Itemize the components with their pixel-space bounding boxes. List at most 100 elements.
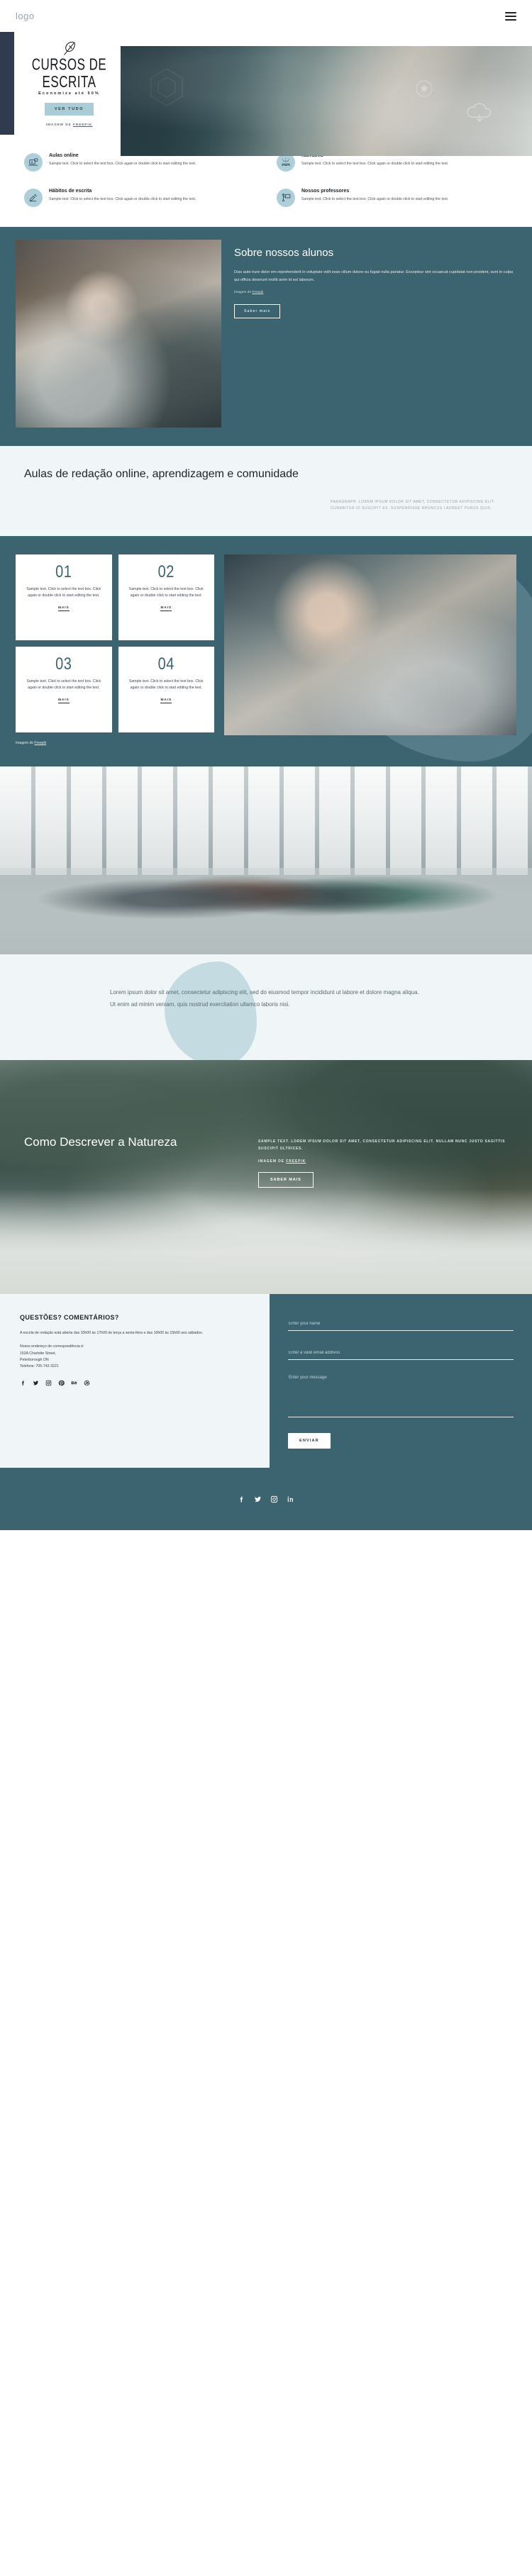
card-text: Sample text. Click to select the text bo…: [26, 679, 101, 691]
feature-text: Sample text. Click to select the text bo…: [49, 162, 196, 166]
numbers-image-credit: Imagem de Freepik: [16, 741, 516, 745]
card-text: Sample text. Click to select the text bo…: [26, 586, 101, 598]
saber-mais-button[interactable]: SABER MAIS: [258, 1171, 314, 1188]
linkedin-icon[interactable]: [287, 1495, 294, 1503]
contact-form: ENVIAR: [270, 1294, 532, 1468]
hero-navy-bar: [0, 32, 14, 135]
behance-icon[interactable]: [71, 1380, 77, 1386]
feature-text: Sample text. Click to select the text bo…: [301, 162, 449, 166]
card-number: 04: [157, 654, 174, 674]
contact-heading: QUESTÕES? COMENTÁRIOS?: [20, 1314, 119, 1322]
card-number: 03: [55, 654, 72, 674]
instagram-icon[interactable]: [270, 1495, 278, 1503]
instagram-icon[interactable]: [45, 1380, 52, 1386]
hero-section: CURSOS DE ESCRITA Economize até 50% VER …: [0, 32, 532, 156]
writing-hand-icon: [24, 189, 43, 207]
laptop-icon: [24, 153, 43, 172]
hero-credit-prefix: IMAGEM DE: [45, 122, 74, 126]
feature-text: Sample text. Click to select the text bo…: [301, 197, 449, 201]
card-number: 01: [55, 562, 72, 581]
feature-item-habitos-de-escrita: Hábitos de escrita Sample text. Click to…: [24, 189, 255, 207]
decorative-blob: [165, 961, 257, 1066]
numbers-credit-prefix: Imagem de: [16, 740, 35, 745]
hero-title-line1: CURSOS DE: [31, 55, 107, 74]
address-line-2: Peterborough ON: [20, 1357, 49, 1362]
card-text: Sample text. Click to select the text bo…: [128, 679, 204, 691]
band-paragraph: PARAGRAPH. LOREM IPSUM DOLOR SIT AMET, C…: [331, 499, 495, 511]
address-label: Nosso endereço de correspondência é:: [20, 1344, 84, 1349]
about-credit-prefix: Imagem de: [234, 290, 253, 294]
site-header: logo: [0, 0, 532, 32]
card-more-link[interactable]: MAIS: [160, 606, 172, 612]
nature-image-credit: IMAGEM DE FREEPIK: [258, 1159, 508, 1164]
site-footer: [0, 1468, 532, 1531]
facebook-icon[interactable]: [238, 1495, 245, 1503]
contact-address: Nosso endereço de correspondência é: 152…: [20, 1344, 250, 1369]
contact-social-links: [20, 1380, 250, 1386]
hero-credit-link[interactable]: FREEPIK: [73, 123, 92, 126]
card-more-link[interactable]: MAIS: [57, 698, 70, 704]
star-badge-icon: [416, 80, 433, 96]
nature-credit-link[interactable]: FREEPIK: [286, 1159, 306, 1164]
numbered-cards-section: 01 Sample text. Click to select the text…: [0, 535, 532, 766]
hero-text-block: CURSOS DE ESCRITA Economize até 50% VER …: [14, 32, 124, 135]
feature-title: Nossos professores: [301, 189, 350, 194]
saber-mais-button[interactable]: Saber mais: [234, 303, 281, 318]
contact-info: QUESTÕES? COMENTÁRIOS? A escola de redaç…: [0, 1294, 270, 1468]
nature-heading: Como Descrever a Natureza: [24, 1135, 177, 1149]
headline-band: Aulas de redação online, aprendizagem e …: [0, 446, 532, 536]
numbered-card: 02 Sample text. Click to select the text…: [118, 554, 214, 640]
contact-section: QUESTÕES? COMENTÁRIOS? A escola de redaç…: [0, 1294, 532, 1468]
pinterest-icon[interactable]: [58, 1380, 65, 1386]
ver-tudo-button[interactable]: VER TUDO: [44, 102, 94, 116]
card-number: 02: [157, 562, 174, 581]
numbers-image: [224, 554, 516, 735]
enviar-button[interactable]: ENVIAR: [288, 1433, 331, 1449]
numbered-card: 03 Sample text. Click to select the text…: [16, 646, 112, 732]
dribbble-icon[interactable]: [84, 1380, 90, 1386]
numbered-card: 01 Sample text. Click to select the text…: [16, 554, 112, 640]
landing-page: logo CURSOS DE ESCRITA Economize até 50%…: [0, 0, 532, 1531]
about-section: Sobre nossos alunos Duis aute irure dolo…: [0, 227, 532, 446]
twitter-icon[interactable]: [33, 1380, 39, 1386]
hexagon-network-icon: [150, 68, 183, 106]
hero-image: [121, 46, 532, 156]
cloud-download-icon: [467, 102, 491, 122]
numbered-card: 04 Sample text. Click to select the text…: [118, 646, 214, 732]
numbers-credit-link[interactable]: Freepik: [34, 741, 46, 745]
lorem-paragraph: Lorem ipsum dolor sit amet, consectetur …: [110, 988, 419, 1008]
card-text: Sample text. Click to select the text bo…: [128, 586, 204, 598]
address-line-1: 152A Charlotte Street,: [20, 1351, 57, 1356]
name-input[interactable]: [288, 1320, 514, 1332]
teacher-board-icon: [277, 189, 295, 207]
hero-subtitle: Economize até 50%: [38, 91, 100, 96]
email-input[interactable]: [288, 1349, 514, 1361]
hero-image-credit: IMAGEM DE FREEPIK: [46, 123, 92, 126]
card-more-link[interactable]: MAIS: [160, 698, 172, 704]
about-image-credit: Imagem de Freepik: [234, 291, 516, 294]
card-more-link[interactable]: MAIS: [57, 606, 70, 612]
nature-credit-prefix: IMAGEM DE: [258, 1159, 287, 1164]
feature-item-nossos-professores: Nossos professores Sample text. Click to…: [277, 189, 508, 207]
twitter-icon[interactable]: [254, 1495, 262, 1503]
hero-title-line2: ESCRITA: [42, 72, 96, 91]
contact-hours: A escola de redação está aberta das 10h0…: [20, 1331, 204, 1336]
hero-title: CURSOS DE ESCRITA: [31, 55, 107, 91]
lorem-section: Lorem ipsum dolor sit amet, consectetur …: [0, 954, 532, 1066]
about-paragraph: Duis aute irure dolor em reprehenderit i…: [234, 269, 514, 282]
contact-phone: Telefone: 705-742-3221: [20, 1364, 59, 1368]
about-heading: Sobre nossos alunos: [234, 247, 334, 259]
hamburger-menu-icon[interactable]: [505, 11, 516, 21]
facebook-icon[interactable]: [20, 1380, 26, 1386]
feature-title: Hábitos de escrita: [49, 189, 92, 194]
numbered-cards-grid: 01 Sample text. Click to select the text…: [16, 554, 214, 732]
band-heading: Aulas de redação online, aprendizagem e …: [24, 468, 299, 480]
feature-text: Sample text. Click to select the text bo…: [49, 197, 196, 201]
site-logo[interactable]: logo: [16, 11, 35, 21]
about-image: [16, 240, 221, 428]
message-input[interactable]: [288, 1373, 514, 1418]
community-photo: [0, 766, 532, 954]
nature-paragraph: SAMPLE TEXT. LOREM IPSUM DOLOR SIT AMET,…: [258, 1139, 506, 1151]
about-credit-link[interactable]: Freepik: [252, 291, 263, 294]
nature-section: Como Descrever a Natureza SAMPLE TEXT. L…: [0, 1060, 532, 1295]
